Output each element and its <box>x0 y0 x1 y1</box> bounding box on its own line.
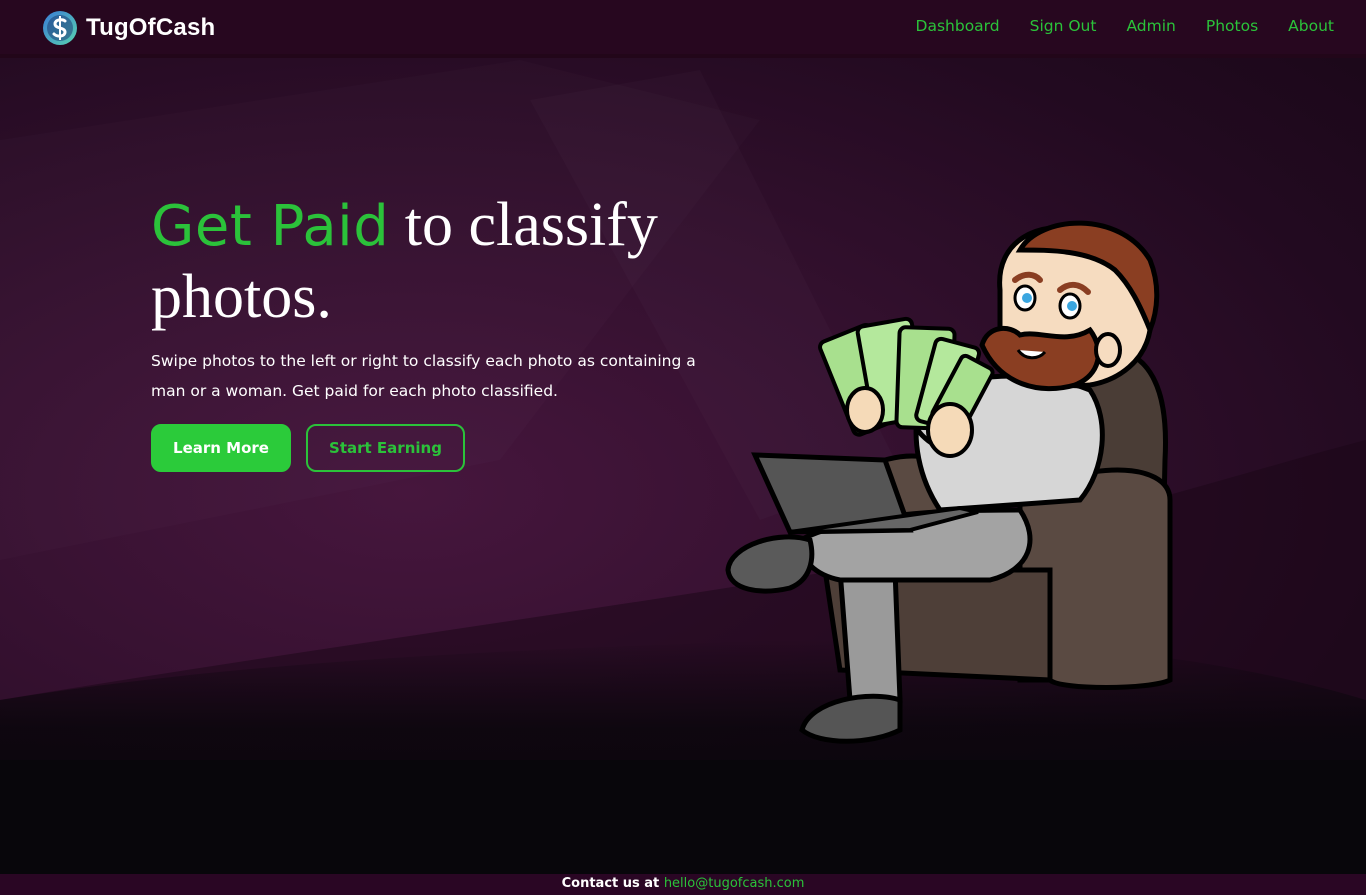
brand[interactable]: TugOfCash <box>42 10 215 46</box>
footer: Contact us at hello@tugofcash.com <box>0 874 1366 895</box>
start-earning-button[interactable]: Start Earning <box>306 424 465 472</box>
footer-email-link[interactable]: hello@tugofcash.com <box>664 876 805 891</box>
nav-item-admin[interactable]: Admin <box>1126 17 1175 35</box>
nav-item-about[interactable]: About <box>1288 17 1334 35</box>
dollar-coin-icon <box>43 11 77 45</box>
hero-buttons: Learn More Start Earning <box>151 424 711 472</box>
hero-subtitle: Swipe photos to the left or right to cla… <box>151 352 696 400</box>
brand-name: TugOfCash <box>86 14 216 41</box>
footer-contact-label: Contact us at <box>561 876 660 891</box>
headline-accent: Get Paid <box>151 194 390 259</box>
hero-section: Get Paid to classify photos. Swipe photo… <box>151 190 711 472</box>
top-navbar: TugOfCash Dashboard Sign Out Admin Photo… <box>0 0 1366 58</box>
hero-headline: Get Paid to classify photos. <box>151 190 711 332</box>
nav-item-dashboard[interactable]: Dashboard <box>916 17 1000 35</box>
man-with-cash-in-armchair-illustration <box>725 220 1173 744</box>
nav-item-sign-out[interactable]: Sign Out <box>1030 17 1097 35</box>
main-nav: Dashboard Sign Out Admin Photos About <box>916 17 1334 35</box>
learn-more-button[interactable]: Learn More <box>151 424 291 472</box>
nav-item-photos[interactable]: Photos <box>1206 17 1258 35</box>
